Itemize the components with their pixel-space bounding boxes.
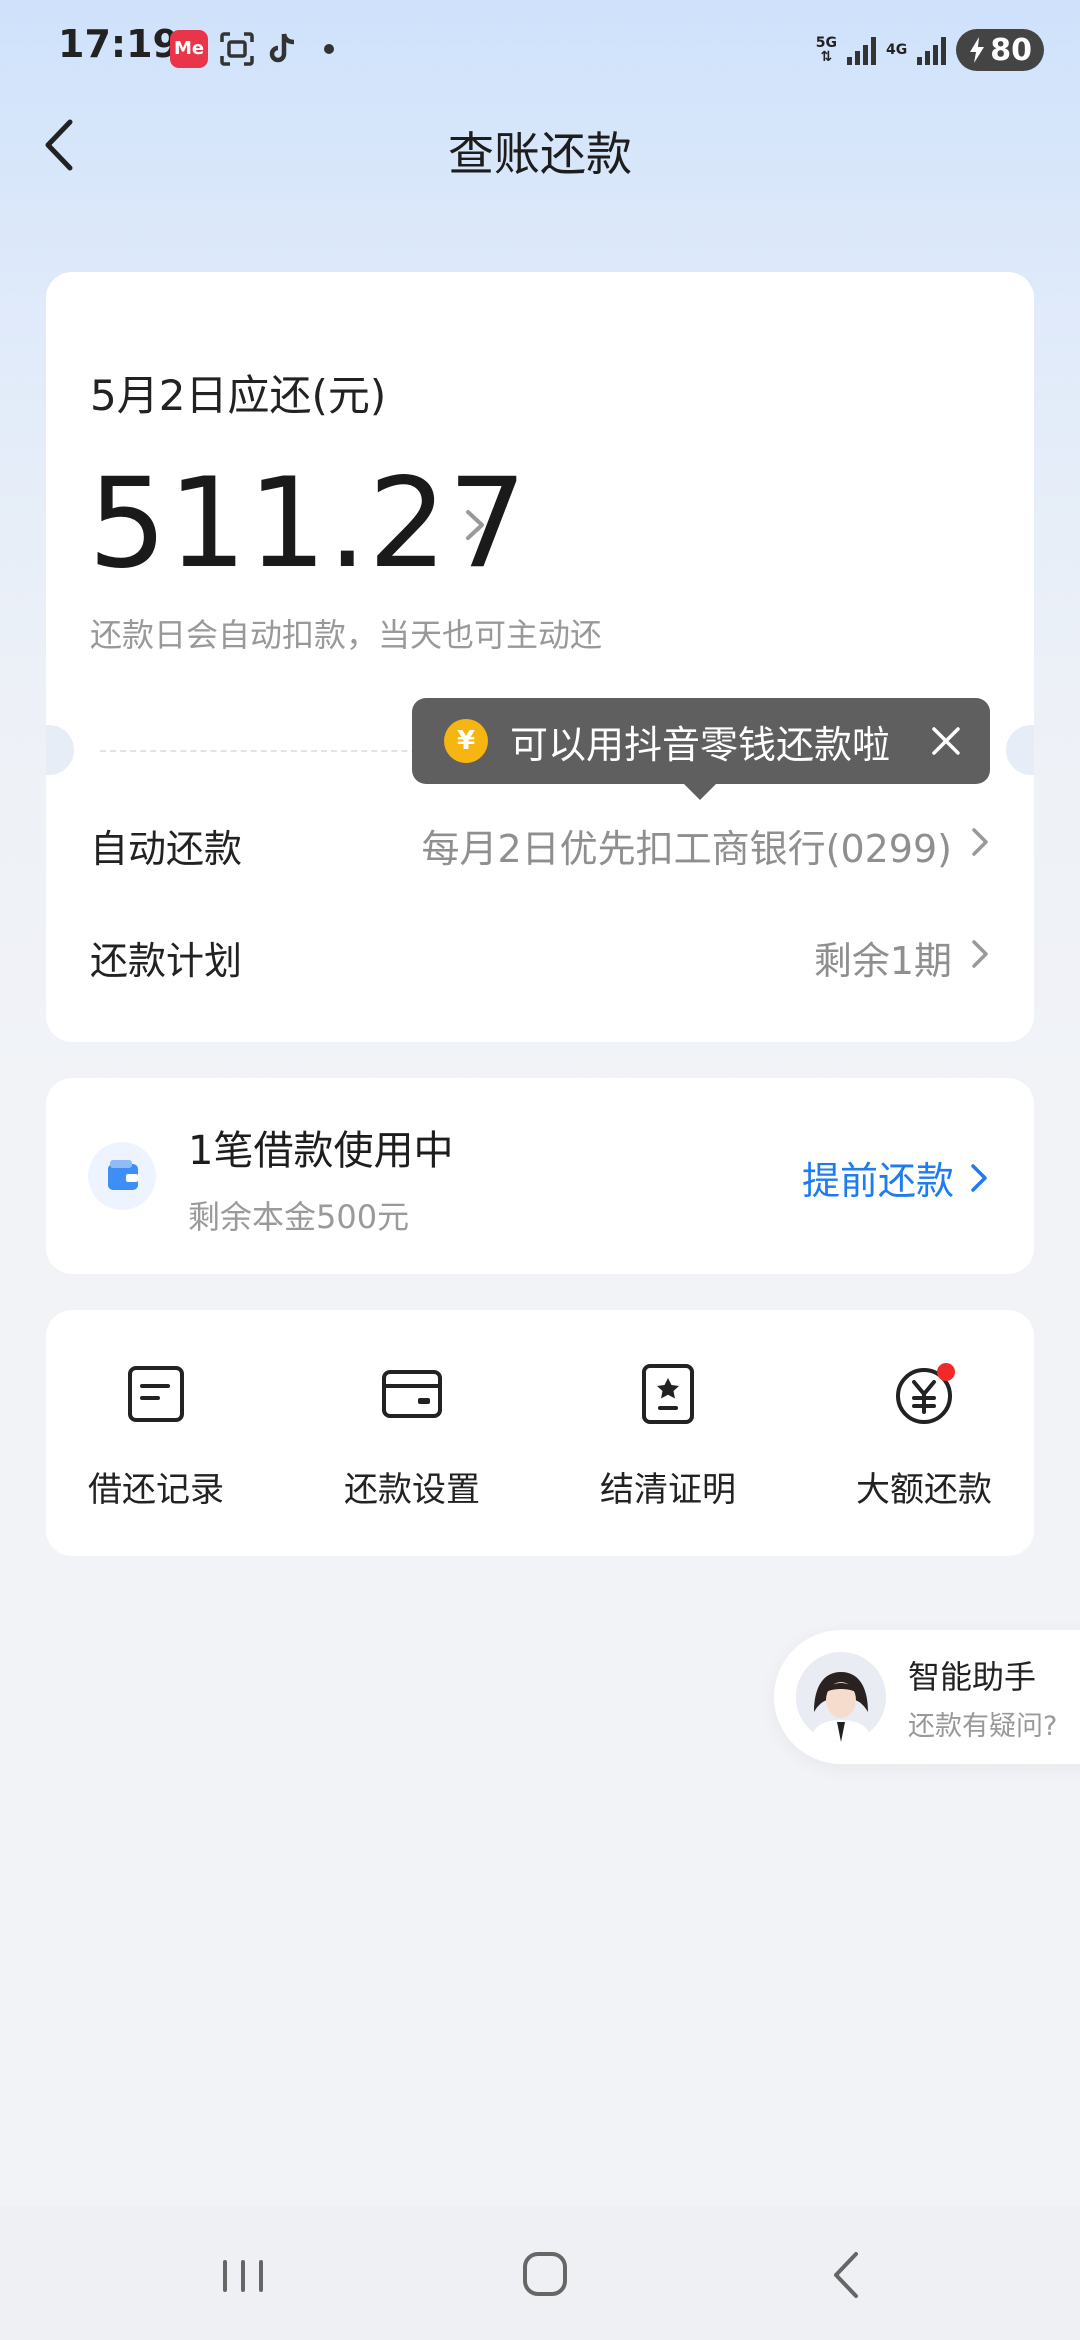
status-time: 17:19 xyxy=(58,22,179,66)
close-icon[interactable] xyxy=(926,721,966,761)
recents-icon xyxy=(223,2260,263,2292)
grid-label: 结清证明 xyxy=(600,1470,736,1510)
auto-debit-note: 还款日会自动扣款，当天也可主动还 xyxy=(90,616,603,654)
card-icon xyxy=(382,1370,442,1418)
grid-label: 还款设置 xyxy=(344,1470,480,1510)
loan-title: 1笔借款使用中 xyxy=(188,1128,454,1174)
grid-item-settlement-cert[interactable]: 结清证明 xyxy=(558,1362,778,1511)
prepay-label: 提前还款 xyxy=(801,1159,954,1203)
grid-item-large-repay[interactable]: 大额还款 xyxy=(814,1362,1034,1511)
repay-plan-value[interactable]: 剩余1期 xyxy=(814,930,952,985)
recent-apps-button[interactable] xyxy=(203,2240,283,2310)
tiktok-icon xyxy=(264,30,302,68)
network-4g-label: 4G xyxy=(886,42,908,58)
signal-icon xyxy=(847,35,877,65)
red-badge xyxy=(937,1363,955,1381)
chevron-right-icon xyxy=(971,1163,987,1192)
grid-label: 借还记录 xyxy=(88,1470,224,1510)
loan-subtitle: 剩余本金500元 xyxy=(188,1198,410,1236)
home-button[interactable] xyxy=(505,2240,585,2310)
record-icon xyxy=(128,1366,184,1422)
certificate-icon xyxy=(642,1364,694,1424)
amount-detail-arrow-icon[interactable] xyxy=(458,500,494,550)
prepay-button[interactable]: 提前还款 xyxy=(802,1150,990,1205)
due-date-label: 5月2日应还(元) xyxy=(90,371,387,420)
scan-icon xyxy=(218,30,256,68)
yuan-coin-icon: ¥ xyxy=(444,719,488,763)
home-icon xyxy=(523,2252,567,2296)
signal-icon-2 xyxy=(917,35,947,65)
repay-plan-label: 还款计划 xyxy=(90,939,243,983)
battery-indicator: 80 xyxy=(956,29,1044,71)
status-indicators: 5G ⇅ 4G 80 xyxy=(816,28,1044,72)
chevron-right-icon[interactable] xyxy=(968,934,992,974)
yuan-coin-icon xyxy=(896,1363,955,1424)
tooltip-text: 可以用抖音零钱还款啦 xyxy=(510,722,891,767)
notification-dot xyxy=(324,44,334,54)
grid-label: 大额还款 xyxy=(856,1470,992,1510)
charging-icon xyxy=(970,37,985,63)
assistant-avatar[interactable] xyxy=(796,1652,886,1742)
system-back-button[interactable] xyxy=(808,2240,888,2310)
wallet-icon xyxy=(88,1142,156,1210)
grid-item-repay-settings[interactable]: 还款设置 xyxy=(302,1362,522,1511)
meituan-icon: Me xyxy=(170,30,208,68)
chevron-right-icon[interactable] xyxy=(968,822,992,862)
page-title: 查账还款 xyxy=(448,127,632,181)
auto-repay-label: 自动还款 xyxy=(90,827,243,871)
battery-level: 80 xyxy=(990,32,1032,68)
back-arrow-icon xyxy=(834,2252,858,2298)
promo-tooltip: ¥ 可以用抖音零钱还款啦 xyxy=(412,698,990,800)
assistant-subtitle[interactable]: 还款有疑问? xyxy=(908,1704,1057,1743)
auto-repay-value[interactable]: 每月2日优先扣工商银行(0299) xyxy=(421,818,952,873)
network-5g-label: 5G ⇅ xyxy=(815,35,838,65)
grid-item-borrow-records[interactable]: 借还记录 xyxy=(46,1362,266,1511)
assistant-title[interactable]: 智能助手 xyxy=(908,1652,1036,1698)
